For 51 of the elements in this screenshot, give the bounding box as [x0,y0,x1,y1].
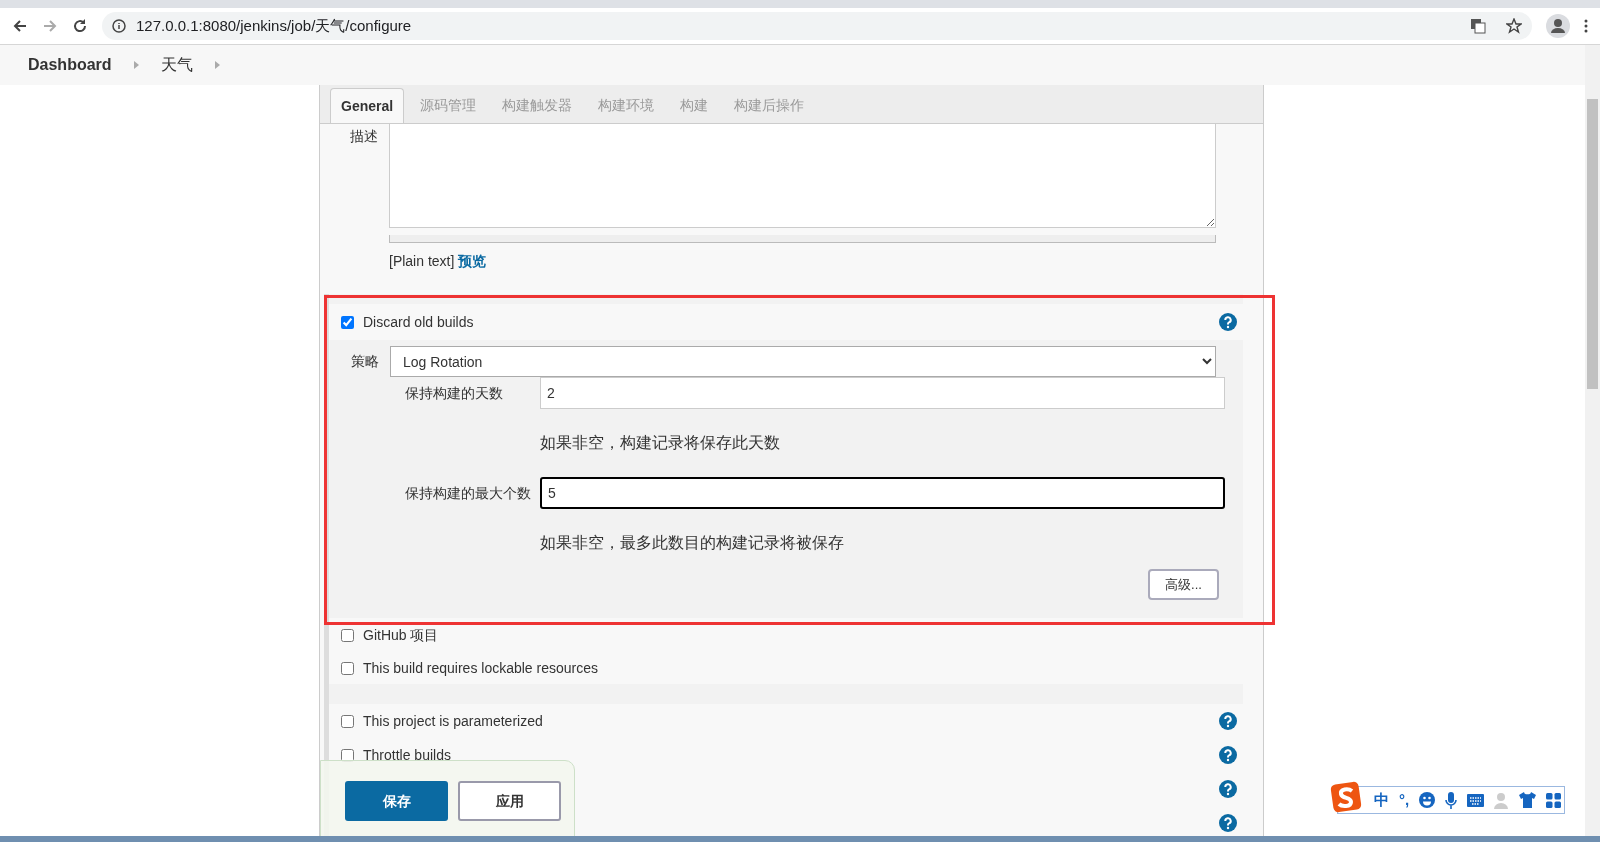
help-icon[interactable] [1219,780,1237,798]
advanced-button[interactable]: 高级... [1148,569,1219,600]
help-icon[interactable] [1219,313,1237,331]
breadcrumb-link[interactable]: Dashboard [28,53,112,77]
field-label: 策略 [351,352,380,371]
field-label: 描述 [350,127,379,146]
description-field[interactable] [389,124,1216,228]
help-icon[interactable] [1219,712,1237,730]
shirt-icon[interactable] [1519,792,1537,808]
checkbox-label: Throttle builds [363,745,451,765]
format-note: [Plain text] 预览 [389,252,488,271]
scrollbar[interactable] [1585,45,1600,836]
info-icon [112,19,126,33]
field-label: 保持构建的最大个数 [405,484,532,503]
checkbox[interactable] [341,628,354,642]
checkbox-label: Discard old builds [363,312,474,332]
preview-link[interactable]: 预览 [458,253,487,269]
checkbox[interactable] [341,315,354,329]
back-icon[interactable] [12,18,28,34]
checkbox[interactable] [341,661,354,675]
strategy-dropdown[interactable]: Log Rotation [390,346,1216,377]
star-icon[interactable] [1506,18,1522,34]
number-field[interactable]: 2 [540,377,1225,409]
save-button[interactable]: 保存 [345,781,448,821]
tab[interactable]: General [330,88,405,123]
number-field[interactable]: 5 [540,477,1225,509]
checkbox-label: This project is parameterized [363,711,543,731]
address-bar[interactable]: 127.0.0.1:8080/jenkins/job/天气/configure [102,12,1532,40]
menu-icon[interactable] [1584,19,1588,33]
keyboard-icon[interactable] [1467,793,1485,807]
translate-icon[interactable] [1470,18,1486,34]
field-label: 保持构建的天数 [405,384,504,403]
reload-icon[interactable] [72,18,88,34]
checkbox-label: GitHub 项目 [363,625,439,645]
punctuation-toggle[interactable]: °, [1399,788,1410,812]
help-icon[interactable] [1219,814,1237,832]
microphone-icon[interactable] [1445,791,1458,809]
emoji-icon[interactable] [1419,792,1436,808]
grid-icon[interactable] [1546,792,1562,808]
hint-text: 如果非空，最多此数目的构建记录将被保存 [540,533,845,553]
checkbox[interactable] [341,748,354,762]
resize-handle[interactable] [389,235,1216,243]
profile-icon[interactable] [1546,14,1570,38]
checkbox[interactable] [341,714,354,728]
apply-button[interactable]: 应用 [458,781,561,821]
help-icon[interactable] [1219,746,1237,764]
breadcrumb-link[interactable]: 天气 [160,53,193,77]
ime-mode[interactable]: 中 [1374,788,1389,812]
hint-text: 如果非空，构建记录将保存此天数 [540,433,781,453]
checkbox-label: This build requires lockable resources [363,658,598,678]
url-text: 127.0.0.1:8080/jenkins/job/天气/configure [136,15,412,36]
